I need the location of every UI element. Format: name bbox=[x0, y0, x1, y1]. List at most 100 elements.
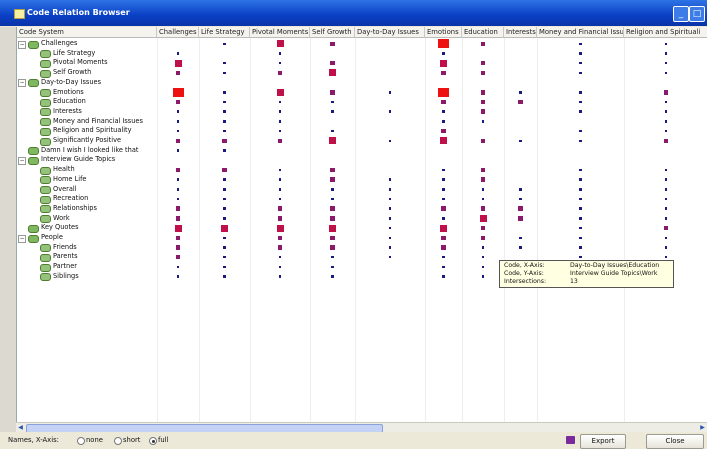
intersection-mark[interactable] bbox=[388, 255, 392, 259]
intersection-mark[interactable] bbox=[441, 235, 446, 241]
intersection-mark[interactable] bbox=[579, 168, 582, 172]
code-label[interactable]: Significantly Positive bbox=[53, 136, 121, 146]
intersection-mark[interactable] bbox=[278, 178, 282, 181]
intersection-mark[interactable] bbox=[481, 275, 485, 278]
intersection-mark[interactable] bbox=[331, 265, 334, 269]
intersection-mark[interactable] bbox=[442, 178, 445, 181]
intersection-mark[interactable] bbox=[664, 42, 668, 46]
intersection-mark[interactable] bbox=[579, 236, 582, 240]
code-label[interactable]: Home Life bbox=[53, 175, 86, 185]
intersection-mark[interactable] bbox=[440, 224, 447, 232]
intersection-mark[interactable] bbox=[518, 206, 523, 211]
intersection-mark[interactable] bbox=[223, 129, 226, 133]
intersection-mark[interactable] bbox=[480, 177, 486, 182]
code-label[interactable]: Education bbox=[53, 97, 86, 107]
intersection-mark[interactable] bbox=[223, 197, 226, 201]
code-label[interactable]: Parents bbox=[53, 252, 78, 262]
intersection-mark[interactable] bbox=[438, 39, 449, 49]
intersection-mark[interactable] bbox=[176, 52, 180, 55]
intersection-mark[interactable] bbox=[442, 168, 445, 172]
intersection-mark[interactable] bbox=[278, 61, 282, 65]
intersection-mark[interactable] bbox=[579, 178, 582, 181]
intersection-mark[interactable] bbox=[175, 245, 181, 250]
intersection-mark[interactable] bbox=[176, 178, 180, 181]
intersection-mark[interactable] bbox=[579, 217, 582, 220]
header-pivotal-moments[interactable]: Pivotal Moments bbox=[250, 27, 310, 38]
intersection-mark[interactable] bbox=[579, 188, 582, 191]
intersection-mark[interactable] bbox=[175, 138, 181, 144]
intersection-mark[interactable] bbox=[441, 128, 446, 134]
maximize-button[interactable]: □ bbox=[689, 6, 705, 22]
code-label[interactable]: Emotions bbox=[53, 88, 84, 98]
intersection-mark[interactable] bbox=[579, 61, 582, 65]
intersection-mark[interactable] bbox=[442, 265, 445, 269]
intersection-mark[interactable] bbox=[442, 275, 445, 278]
intersection-mark[interactable] bbox=[330, 41, 335, 47]
intersection-mark[interactable] bbox=[579, 42, 582, 46]
intersection-mark[interactable] bbox=[388, 110, 392, 113]
intersection-mark[interactable] bbox=[329, 137, 336, 145]
intersection-mark[interactable] bbox=[388, 139, 392, 143]
intersection-mark[interactable] bbox=[176, 110, 180, 113]
code-label[interactable]: Money and Financial Issues bbox=[53, 117, 143, 127]
intersection-mark[interactable] bbox=[579, 91, 582, 94]
intersection-mark[interactable] bbox=[480, 206, 486, 211]
intersection-mark[interactable] bbox=[663, 225, 669, 231]
intersection-mark[interactable] bbox=[278, 265, 282, 269]
horizontal-scrollbar[interactable]: ◀ ▶ bbox=[16, 422, 707, 433]
intersection-mark[interactable] bbox=[174, 59, 182, 67]
code-label[interactable]: People bbox=[41, 233, 63, 243]
intersection-mark[interactable] bbox=[664, 197, 668, 201]
code-label[interactable]: Friends bbox=[53, 243, 77, 253]
intersection-mark[interactable] bbox=[277, 206, 283, 211]
intersection-mark[interactable] bbox=[442, 217, 445, 220]
intersection-mark[interactable] bbox=[223, 217, 226, 220]
intersection-mark[interactable] bbox=[388, 91, 392, 94]
intersection-mark[interactable] bbox=[223, 246, 226, 249]
intersection-mark[interactable] bbox=[278, 110, 282, 113]
intersection-mark[interactable] bbox=[442, 255, 445, 259]
code-label[interactable]: Pivotal Moments bbox=[53, 58, 108, 68]
intersection-mark[interactable] bbox=[388, 226, 392, 230]
intersection-mark[interactable] bbox=[223, 42, 226, 46]
intersection-mark[interactable] bbox=[388, 217, 392, 220]
collapse-toggle-icon[interactable]: − bbox=[18, 79, 26, 88]
intersection-mark[interactable] bbox=[331, 110, 334, 113]
intersection-mark[interactable] bbox=[480, 70, 486, 76]
code-label[interactable]: Religion and Spirituality bbox=[53, 126, 132, 136]
intersection-mark[interactable] bbox=[664, 52, 668, 55]
intersection-mark[interactable] bbox=[223, 71, 226, 75]
intersection-mark[interactable] bbox=[223, 178, 226, 181]
intersection-mark[interactable] bbox=[388, 188, 392, 191]
intersection-mark[interactable] bbox=[276, 40, 284, 48]
intersection-mark[interactable] bbox=[277, 235, 283, 241]
intersection-mark[interactable] bbox=[664, 71, 668, 75]
intersection-mark[interactable] bbox=[278, 168, 282, 172]
intersection-mark[interactable] bbox=[222, 138, 227, 144]
intersection-mark[interactable] bbox=[331, 129, 334, 133]
intersection-mark[interactable] bbox=[481, 120, 485, 123]
code-label[interactable]: Interests bbox=[53, 107, 82, 117]
intersection-mark[interactable] bbox=[329, 224, 336, 232]
code-label[interactable]: Work bbox=[53, 214, 70, 224]
intersection-mark[interactable] bbox=[579, 129, 582, 133]
intersection-mark[interactable] bbox=[518, 99, 523, 105]
intersection-mark[interactable] bbox=[441, 206, 446, 211]
intersection-mark[interactable] bbox=[663, 138, 669, 144]
intersection-mark[interactable] bbox=[278, 129, 282, 133]
intersection-mark[interactable] bbox=[664, 246, 668, 249]
intersection-mark[interactable] bbox=[519, 188, 522, 191]
intersection-mark[interactable] bbox=[278, 188, 282, 191]
intersection-mark[interactable] bbox=[175, 167, 181, 173]
intersection-mark[interactable] bbox=[442, 197, 445, 201]
intersection-mark[interactable] bbox=[330, 216, 335, 221]
intersection-mark[interactable] bbox=[664, 120, 668, 123]
intersection-mark[interactable] bbox=[223, 149, 226, 152]
intersection-mark[interactable] bbox=[331, 197, 334, 201]
header-self-growth[interactable]: Self Growth bbox=[310, 27, 355, 38]
intersection-mark[interactable] bbox=[223, 91, 226, 94]
intersection-mark[interactable] bbox=[277, 138, 283, 144]
intersection-mark[interactable] bbox=[277, 70, 283, 76]
intersection-mark[interactable] bbox=[480, 41, 486, 47]
intersection-mark[interactable] bbox=[664, 100, 668, 104]
